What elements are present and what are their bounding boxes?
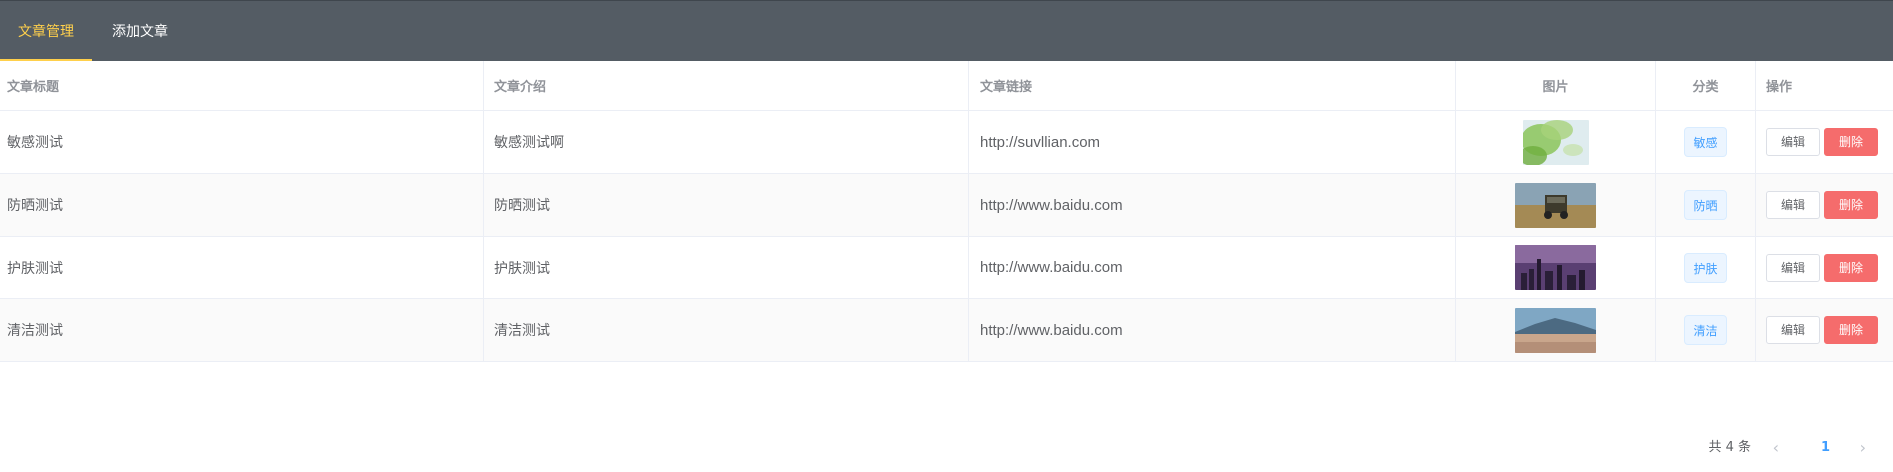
delete-button[interactable]: 删除 — [1824, 128, 1879, 156]
header-actions: 操作 — [1766, 80, 1793, 95]
category-tag: 护肤 — [1684, 252, 1727, 283]
cell-title: 护肤测试 — [0, 237, 484, 298]
cell-actions: 编辑 删除 — [1756, 174, 1893, 236]
cell-intro: 敏感测试啊 — [484, 111, 969, 173]
cell-image — [1456, 174, 1656, 236]
edit-button[interactable]: 编辑 — [1766, 191, 1821, 219]
edit-button[interactable]: 编辑 — [1766, 253, 1821, 282]
table-row: 护肤测试 护肤测试 http://www.baidu.com 护肤 编辑 删除 — [0, 237, 1893, 299]
article-thumbnail-city — [1515, 245, 1596, 290]
cell-image — [1456, 111, 1656, 173]
delete-button[interactable]: 删除 — [1824, 191, 1879, 219]
delete-button[interactable]: 删除 — [1824, 253, 1879, 282]
cell-intro: 护肤测试 — [484, 237, 969, 298]
cell-category: 清洁 — [1656, 299, 1756, 361]
chevron-right-icon[interactable]: › — [1860, 436, 1866, 460]
category-tag: 敏感 — [1684, 127, 1727, 157]
cell-category: 防晒 — [1656, 174, 1756, 236]
cell-actions: 编辑 删除 — [1756, 111, 1893, 173]
tab-add-article[interactable]: 添加文章 — [92, 1, 188, 61]
cell-link: http://www.baidu.com — [969, 237, 1456, 298]
total-count: 共 4 条 — [1708, 440, 1751, 455]
cell-link: http://suvllian.com — [969, 111, 1456, 173]
category-tag: 清洁 — [1684, 315, 1727, 345]
header-image: 图片 — [1456, 61, 1656, 110]
table-row: 敏感测试 敏感测试啊 http://suvllian.com 敏感 编辑 删除 — [0, 111, 1893, 174]
chevron-left-icon[interactable]: ‹ — [1773, 436, 1779, 460]
cell-actions: 编辑 删除 — [1756, 237, 1893, 298]
cell-title: 敏感测试 — [0, 111, 484, 173]
cell-title: 清洁测试 — [0, 299, 484, 361]
table-row: 清洁测试 清洁测试 http://www.baidu.com 清洁 编辑 删除 — [0, 299, 1893, 362]
category-tag: 防晒 — [1684, 190, 1727, 220]
top-nav-bar: 文章管理 添加文章 — [0, 0, 1893, 61]
article-thumbnail-leaves — [1522, 119, 1589, 165]
cell-actions: 编辑 删除 — [1756, 299, 1893, 361]
cell-image — [1456, 299, 1656, 361]
table-header-row: 文章标题 文章介绍 文章链接 图片 分类 操作 — [0, 61, 1893, 111]
cell-category: 护肤 — [1656, 237, 1756, 298]
article-thumbnail-mountain — [1515, 307, 1596, 353]
delete-button[interactable]: 删除 — [1824, 316, 1879, 344]
cell-image — [1456, 237, 1656, 298]
table-row: 防晒测试 防晒测试 http://www.baidu.com 防晒 编辑 删除 — [0, 174, 1893, 237]
pagination: 共 4 条 ‹ 1 › — [1643, 436, 1893, 460]
cell-link: http://www.baidu.com — [969, 174, 1456, 236]
edit-button[interactable]: 编辑 — [1766, 128, 1821, 156]
cell-intro: 清洁测试 — [484, 299, 969, 361]
tab-article-management[interactable]: 文章管理 — [0, 1, 92, 61]
header-category: 分类 — [1656, 61, 1756, 110]
header-title: 文章标题 — [0, 61, 484, 110]
cell-link: http://www.baidu.com — [969, 299, 1456, 361]
header-intro: 文章介绍 — [484, 61, 969, 110]
page-number-current[interactable]: 1 — [1821, 436, 1830, 460]
edit-button[interactable]: 编辑 — [1766, 316, 1821, 344]
article-thumbnail-car — [1515, 182, 1596, 228]
cell-category: 敏感 — [1656, 111, 1756, 173]
header-link: 文章链接 — [969, 61, 1456, 110]
cell-intro: 防晒测试 — [484, 174, 969, 236]
cell-title: 防晒测试 — [0, 174, 484, 236]
